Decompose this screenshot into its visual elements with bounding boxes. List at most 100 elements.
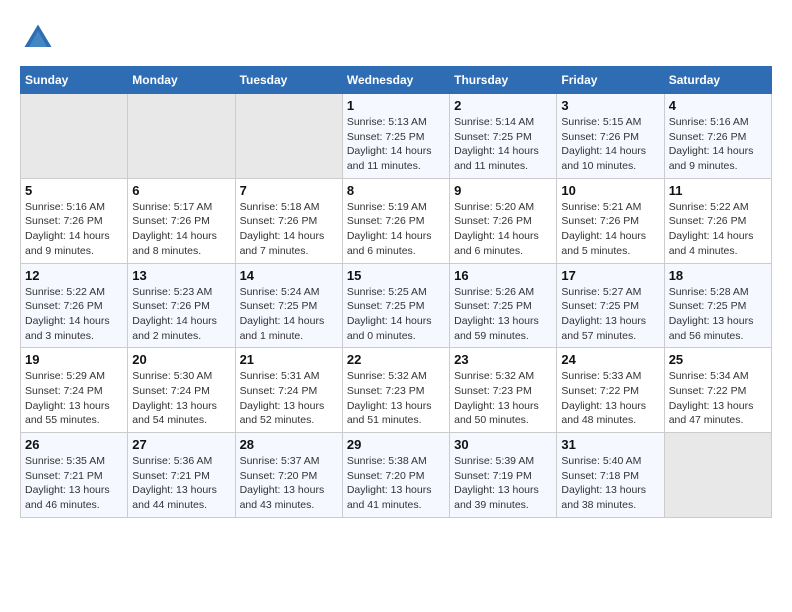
calendar-day-cell: 28 Sunrise: 5:37 AM Sunset: 7:20 PM Dayli… [235, 433, 342, 518]
day-number: 15 [347, 268, 445, 283]
day-info: Sunrise: 5:29 AM Sunset: 7:24 PM Dayligh… [25, 369, 123, 428]
calendar-day-cell: 11Sunrise: 5:22 AM Sunset: 7:26 PM Dayli… [664, 178, 771, 263]
day-number: 21 [240, 352, 338, 367]
calendar-day-cell: 25 Sunrise: 5:34 AM Sunset: 7:22 PM Dayli… [664, 348, 771, 433]
day-info: Sunrise: 5:37 AM Sunset: 7:20 PM Dayligh… [240, 454, 338, 513]
day-info: Sunrise: 5:19 AM Sunset: 7:26 PM Dayligh… [347, 200, 445, 259]
day-info: Sunrise: 5:39 AM Sunset: 7:19 PM Dayligh… [454, 454, 552, 513]
day-number: 17 [561, 268, 659, 283]
calendar-week-row: 26 Sunrise: 5:35 AM Sunset: 7:21 PM Dayli… [21, 433, 772, 518]
day-info: Sunrise: 5:35 AM Sunset: 7:21 PM Dayligh… [25, 454, 123, 513]
day-info: Sunrise: 5:18 AM Sunset: 7:26 PM Dayligh… [240, 200, 338, 259]
day-info: Sunrise: 5:40 AM Sunset: 7:18 PM Dayligh… [561, 454, 659, 513]
calendar-day-cell: 17 Sunrise: 5:27 AM Sunset: 7:25 PM Dayli… [557, 263, 664, 348]
weekday-header-monday: Monday [128, 67, 235, 94]
calendar-day-cell: 19 Sunrise: 5:29 AM Sunset: 7:24 PM Dayli… [21, 348, 128, 433]
calendar-table: SundayMondayTuesdayWednesdayThursdayFrid… [20, 66, 772, 518]
day-number: 13 [132, 268, 230, 283]
calendar-day-cell: 27 Sunrise: 5:36 AM Sunset: 7:21 PM Dayli… [128, 433, 235, 518]
day-number: 27 [132, 437, 230, 452]
calendar-day-cell: 23Sunrise: 5:32 AM Sunset: 7:23 PM Dayli… [450, 348, 557, 433]
day-number: 3 [561, 98, 659, 113]
logo-icon [20, 20, 56, 56]
day-number: 28 [240, 437, 338, 452]
calendar-day-cell: 6 Sunrise: 5:17 AM Sunset: 7:26 PM Daylig… [128, 178, 235, 263]
calendar-day-cell: 14 Sunrise: 5:24 AM Sunset: 7:25 PM Dayli… [235, 263, 342, 348]
logo [20, 20, 62, 56]
calendar-day-cell: 31Sunrise: 5:40 AM Sunset: 7:18 PM Dayli… [557, 433, 664, 518]
day-info: Sunrise: 5:22 AM Sunset: 7:26 PM Dayligh… [25, 285, 123, 344]
day-number: 11 [669, 183, 767, 198]
day-info: Sunrise: 5:30 AM Sunset: 7:24 PM Dayligh… [132, 369, 230, 428]
calendar-day-cell: 26 Sunrise: 5:35 AM Sunset: 7:21 PM Dayli… [21, 433, 128, 518]
calendar-day-cell: 1 Sunrise: 5:13 AM Sunset: 7:25 PM Daylig… [342, 94, 449, 179]
calendar-week-row: 19 Sunrise: 5:29 AM Sunset: 7:24 PM Dayli… [21, 348, 772, 433]
page-header [20, 20, 772, 56]
day-number: 9 [454, 183, 552, 198]
day-number: 22 [347, 352, 445, 367]
weekday-header-wednesday: Wednesday [342, 67, 449, 94]
calendar-header-row: SundayMondayTuesdayWednesdayThursdayFrid… [21, 67, 772, 94]
day-number: 6 [132, 183, 230, 198]
day-number: 16 [454, 268, 552, 283]
calendar-day-cell: 5 Sunrise: 5:16 AM Sunset: 7:26 PM Daylig… [21, 178, 128, 263]
day-number: 7 [240, 183, 338, 198]
day-info: Sunrise: 5:16 AM Sunset: 7:26 PM Dayligh… [25, 200, 123, 259]
day-number: 29 [347, 437, 445, 452]
weekday-header-saturday: Saturday [664, 67, 771, 94]
calendar-day-cell: 30 Sunrise: 5:39 AM Sunset: 7:19 PM Dayli… [450, 433, 557, 518]
day-info: Sunrise: 5:27 AM Sunset: 7:25 PM Dayligh… [561, 285, 659, 344]
weekday-header-sunday: Sunday [21, 67, 128, 94]
day-number: 1 [347, 98, 445, 113]
day-info: Sunrise: 5:14 AM Sunset: 7:25 PM Dayligh… [454, 115, 552, 174]
day-number: 20 [132, 352, 230, 367]
day-info: Sunrise: 5:26 AM Sunset: 7:25 PM Dayligh… [454, 285, 552, 344]
day-info: Sunrise: 5:31 AM Sunset: 7:24 PM Dayligh… [240, 369, 338, 428]
day-number: 19 [25, 352, 123, 367]
weekday-header-thursday: Thursday [450, 67, 557, 94]
calendar-day-cell: 3 Sunrise: 5:15 AM Sunset: 7:26 PM Daylig… [557, 94, 664, 179]
day-info: Sunrise: 5:28 AM Sunset: 7:25 PM Dayligh… [669, 285, 767, 344]
calendar-day-cell: 9 Sunrise: 5:20 AM Sunset: 7:26 PM Daylig… [450, 178, 557, 263]
calendar-day-cell: 7 Sunrise: 5:18 AM Sunset: 7:26 PM Daylig… [235, 178, 342, 263]
calendar-week-row: 12Sunrise: 5:22 AM Sunset: 7:26 PM Dayli… [21, 263, 772, 348]
calendar-day-cell: 15Sunrise: 5:25 AM Sunset: 7:25 PM Dayli… [342, 263, 449, 348]
calendar-day-cell: 20 Sunrise: 5:30 AM Sunset: 7:24 PM Dayli… [128, 348, 235, 433]
calendar-week-row: 1 Sunrise: 5:13 AM Sunset: 7:25 PM Daylig… [21, 94, 772, 179]
calendar-day-cell [664, 433, 771, 518]
calendar-day-cell: 29 Sunrise: 5:38 AM Sunset: 7:20 PM Dayli… [342, 433, 449, 518]
day-info: Sunrise: 5:17 AM Sunset: 7:26 PM Dayligh… [132, 200, 230, 259]
day-info: Sunrise: 5:21 AM Sunset: 7:26 PM Dayligh… [561, 200, 659, 259]
day-info: Sunrise: 5:33 AM Sunset: 7:22 PM Dayligh… [561, 369, 659, 428]
day-info: Sunrise: 5:38 AM Sunset: 7:20 PM Dayligh… [347, 454, 445, 513]
day-number: 4 [669, 98, 767, 113]
day-info: Sunrise: 5:23 AM Sunset: 7:26 PM Dayligh… [132, 285, 230, 344]
calendar-day-cell: 12Sunrise: 5:22 AM Sunset: 7:26 PM Dayli… [21, 263, 128, 348]
calendar-day-cell [21, 94, 128, 179]
day-number: 25 [669, 352, 767, 367]
day-info: Sunrise: 5:20 AM Sunset: 7:26 PM Dayligh… [454, 200, 552, 259]
day-info: Sunrise: 5:32 AM Sunset: 7:23 PM Dayligh… [347, 369, 445, 428]
day-number: 5 [25, 183, 123, 198]
day-number: 14 [240, 268, 338, 283]
calendar-day-cell: 4 Sunrise: 5:16 AM Sunset: 7:26 PM Daylig… [664, 94, 771, 179]
day-info: Sunrise: 5:36 AM Sunset: 7:21 PM Dayligh… [132, 454, 230, 513]
calendar-day-cell [235, 94, 342, 179]
calendar-day-cell [128, 94, 235, 179]
day-number: 30 [454, 437, 552, 452]
day-info: Sunrise: 5:16 AM Sunset: 7:26 PM Dayligh… [669, 115, 767, 174]
calendar-day-cell: 22 Sunrise: 5:32 AM Sunset: 7:23 PM Dayli… [342, 348, 449, 433]
day-info: Sunrise: 5:24 AM Sunset: 7:25 PM Dayligh… [240, 285, 338, 344]
day-number: 8 [347, 183, 445, 198]
weekday-header-tuesday: Tuesday [235, 67, 342, 94]
weekday-header-friday: Friday [557, 67, 664, 94]
day-info: Sunrise: 5:13 AM Sunset: 7:25 PM Dayligh… [347, 115, 445, 174]
calendar-day-cell: 8 Sunrise: 5:19 AM Sunset: 7:26 PM Daylig… [342, 178, 449, 263]
day-number: 26 [25, 437, 123, 452]
calendar-day-cell: 13 Sunrise: 5:23 AM Sunset: 7:26 PM Dayli… [128, 263, 235, 348]
day-info: Sunrise: 5:34 AM Sunset: 7:22 PM Dayligh… [669, 369, 767, 428]
day-number: 2 [454, 98, 552, 113]
calendar-day-cell: 16 Sunrise: 5:26 AM Sunset: 7:25 PM Dayli… [450, 263, 557, 348]
calendar-day-cell: 24Sunrise: 5:33 AM Sunset: 7:22 PM Dayli… [557, 348, 664, 433]
day-info: Sunrise: 5:15 AM Sunset: 7:26 PM Dayligh… [561, 115, 659, 174]
